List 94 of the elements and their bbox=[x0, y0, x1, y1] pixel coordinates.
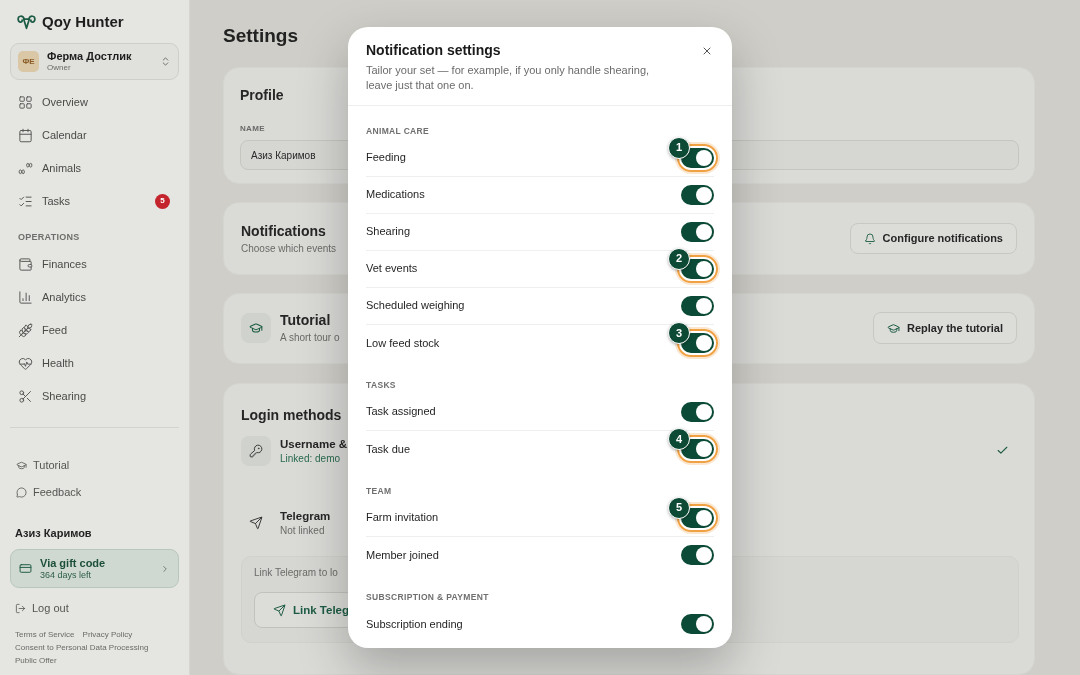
plan-days-left: 364 days left bbox=[40, 569, 92, 581]
graduation-cap-icon bbox=[241, 313, 271, 344]
setting-label: Vet events bbox=[366, 261, 418, 277]
group-title: ANIMAL CARE bbox=[366, 125, 430, 138]
calendar-icon bbox=[18, 127, 33, 143]
dialog-description: Tailor your set — for example, if you only handle shearing, leave just that one on. bbox=[366, 63, 651, 93]
setting-label: Subscription ending bbox=[366, 616, 463, 632]
farm-switcher[interactable]: ФЕ Ферма Достлик Owner bbox=[10, 43, 179, 80]
legal-link[interactable]: Public Offer bbox=[15, 654, 57, 667]
nav-item[interactable]: Analytics bbox=[10, 280, 179, 314]
card-description: Choose which events bbox=[241, 241, 337, 256]
group-title: SUBSCRIPTION & PAYMENT bbox=[366, 591, 489, 604]
card-description: A short tour o bbox=[280, 331, 340, 346]
logout-link[interactable]: Log out bbox=[10, 598, 74, 618]
login-method-status: Linked: demo bbox=[280, 451, 341, 465]
graduation-cap-icon bbox=[887, 321, 901, 335]
nav-item[interactable]: Finances bbox=[10, 247, 179, 281]
nav-item[interactable]: Health bbox=[10, 346, 179, 380]
legal-link[interactable]: Privacy Policy bbox=[82, 628, 133, 641]
wheat-icon bbox=[18, 322, 33, 338]
chevron-up-down-icon bbox=[160, 56, 171, 67]
key-icon bbox=[241, 435, 271, 466]
help-link[interactable]: Tutorial bbox=[10, 452, 179, 479]
step-number: 1 bbox=[668, 136, 690, 159]
setting-label: Task due bbox=[366, 441, 411, 457]
chevron-right-icon bbox=[160, 563, 170, 574]
setting-label: Task assigned bbox=[366, 404, 436, 420]
app-name: Qoy Hunter bbox=[42, 13, 124, 31]
card-title: Login methods bbox=[241, 405, 342, 424]
bar-chart-icon bbox=[18, 289, 33, 305]
toggle-switch[interactable] bbox=[681, 184, 714, 205]
subscription-card[interactable]: Via gift code 364 days left bbox=[10, 549, 179, 588]
farm-name: Ферма Достлик bbox=[47, 50, 132, 63]
graduation-cap-icon bbox=[16, 460, 27, 471]
nav-section-title: OPERATIONS bbox=[18, 231, 80, 243]
replay-tutorial-button[interactable]: Replay the tutorial bbox=[873, 312, 1017, 345]
task-count: 5 bbox=[155, 193, 170, 209]
toggle-switch[interactable] bbox=[681, 221, 714, 242]
paper-plane-icon bbox=[249, 515, 263, 530]
setting-label: Farm invitation bbox=[366, 510, 439, 526]
nav-item[interactable]: Tasks 5 bbox=[10, 184, 179, 218]
heart-pulse-icon bbox=[18, 355, 33, 371]
setting-label: Feeding bbox=[366, 150, 406, 166]
toggle-switch[interactable] bbox=[681, 614, 714, 634]
setting-label: Low feed stock bbox=[366, 335, 440, 351]
step-number: 2 bbox=[668, 247, 690, 270]
nav-item[interactable]: Calendar bbox=[10, 118, 179, 152]
user-name: Азиз Каримов bbox=[15, 526, 92, 540]
setting-label: Medications bbox=[366, 187, 425, 203]
bell-icon bbox=[863, 232, 876, 245]
group-title: TASKS bbox=[366, 379, 396, 392]
dialog-title: Notification settings bbox=[366, 41, 501, 59]
credit-card-icon bbox=[19, 562, 32, 575]
nav-item[interactable]: Overview bbox=[10, 85, 179, 119]
setting-label: Member joined bbox=[366, 547, 439, 563]
telegram-hint: Link Telegram to lo bbox=[254, 565, 338, 579]
setting-label: Shearing bbox=[366, 224, 411, 240]
farm-role: Owner bbox=[47, 63, 71, 73]
step-number: 4 bbox=[668, 428, 690, 450]
logout-icon bbox=[15, 602, 26, 614]
farm-avatar: ФЕ bbox=[18, 51, 39, 72]
legal-link[interactable]: Terms of Service bbox=[15, 628, 75, 641]
step-number: 3 bbox=[668, 322, 690, 344]
paper-plane-icon bbox=[273, 603, 286, 617]
speech-bubble-icon bbox=[16, 487, 27, 498]
toggle-switch[interactable] bbox=[681, 295, 714, 316]
wallet-icon bbox=[18, 256, 33, 272]
help-link[interactable]: Feedback bbox=[10, 479, 179, 506]
toggle-switch[interactable] bbox=[681, 401, 714, 422]
nav-item[interactable]: Animals bbox=[10, 151, 179, 185]
card-title: Profile bbox=[240, 86, 284, 104]
hoofprints-icon bbox=[18, 160, 33, 176]
grid-icon bbox=[18, 94, 33, 110]
login-method-name: Telegram bbox=[280, 508, 331, 524]
setting-label: Scheduled weighing bbox=[366, 298, 465, 314]
plan-title: Via gift code bbox=[40, 556, 106, 570]
close-icon[interactable] bbox=[701, 45, 713, 57]
checklist-icon bbox=[18, 193, 33, 209]
step-number: 5 bbox=[668, 496, 690, 519]
card-title: Notifications bbox=[241, 221, 326, 240]
scissors-icon bbox=[18, 388, 33, 404]
card-title: Tutorial bbox=[280, 311, 331, 330]
field-label: NAME bbox=[240, 122, 265, 134]
toggle-switch[interactable] bbox=[681, 507, 714, 528]
login-method-status: Not linked bbox=[280, 523, 325, 537]
nav-item[interactable]: Feed bbox=[10, 313, 179, 347]
nav-item[interactable]: Shearing bbox=[10, 379, 179, 413]
page-title: Settings bbox=[223, 24, 298, 48]
toggle-switch[interactable] bbox=[681, 545, 714, 565]
group-title: TEAM bbox=[366, 485, 392, 498]
configure-notifications-button[interactable]: Configure notifications bbox=[849, 223, 1017, 255]
ram-head-logo-icon bbox=[17, 14, 36, 30]
legal-link[interactable]: Consent to Personal Data Processing bbox=[15, 641, 149, 654]
login-method-name: Username & bbox=[280, 436, 348, 452]
